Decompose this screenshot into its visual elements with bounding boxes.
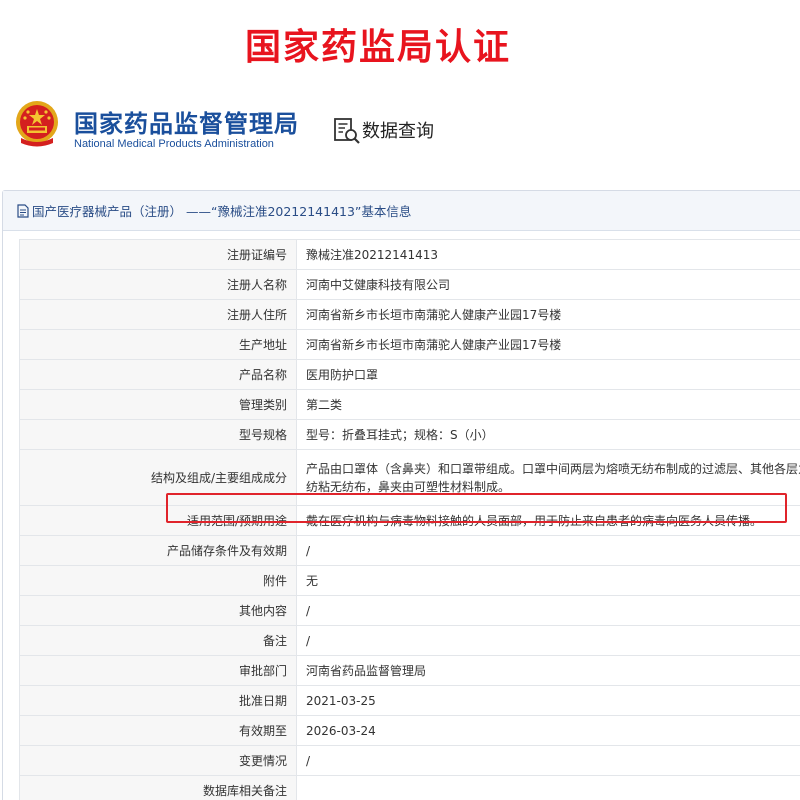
info-table: 注册证编号 豫械注准20212141413 注册人名称 河南中艾健康科技有限公司 注册人… bbox=[19, 239, 800, 800]
table-row: 其他内容 / bbox=[19, 595, 800, 626]
field-label: 数据库相关备注 bbox=[19, 775, 297, 800]
table-row: 有效期至 2026-03-24 bbox=[19, 715, 800, 746]
table-row: 数据库相关备注 bbox=[19, 775, 800, 800]
field-label: 变更情况 bbox=[19, 745, 297, 776]
field-label: 适用范围/预期用途 bbox=[19, 505, 297, 536]
table-row: 管理类别 第二类 bbox=[19, 389, 800, 420]
field-label: 注册人名称 bbox=[19, 269, 297, 300]
data-query-link[interactable]: 数据查询 bbox=[362, 117, 434, 143]
field-value: 医用防护口罩 bbox=[296, 359, 800, 390]
table-row: 适用范围/预期用途 戴在医疗机构与病毒物料接触的人员面部，用于防止来自患者的病毒向… bbox=[19, 505, 800, 536]
field-value: 无 bbox=[296, 565, 800, 596]
table-row: 备注 / bbox=[19, 625, 800, 656]
document-search-icon[interactable] bbox=[332, 116, 362, 146]
field-value: 戴在医疗机构与病毒物料接触的人员面部，用于防止来自患者的病毒向医务人员传播。 bbox=[296, 505, 800, 536]
field-value bbox=[296, 775, 800, 800]
field-label: 管理类别 bbox=[19, 389, 297, 420]
field-value: 产品由口罩体（含鼻夹）和口罩带组成。口罩中间两层为熔喷无纺布制成的过滤层、其他各… bbox=[296, 449, 800, 506]
field-label: 注册人住所 bbox=[19, 299, 297, 330]
document-icon bbox=[17, 203, 29, 218]
table-row: 产品储存条件及有效期 / bbox=[19, 535, 800, 566]
field-label: 注册证编号 bbox=[19, 239, 297, 270]
national-emblem-icon bbox=[16, 101, 58, 147]
field-value: 2021-03-25 bbox=[296, 685, 800, 716]
field-value: 河南省药品监督管理局 bbox=[296, 655, 800, 686]
banner-title: 国家药监局认证 bbox=[244, 27, 511, 68]
field-label: 有效期至 bbox=[19, 715, 297, 746]
field-value: 第二类 bbox=[296, 389, 800, 420]
field-label: 生产地址 bbox=[19, 329, 297, 360]
field-value: / bbox=[296, 595, 800, 626]
field-label: 型号规格 bbox=[19, 419, 297, 450]
field-label: 批准日期 bbox=[19, 685, 297, 716]
field-label: 审批部门 bbox=[19, 655, 297, 686]
table-row: 生产地址 河南省新乡市长垣市南蒲驼人健康产业园17号楼 bbox=[19, 329, 800, 360]
table-row: 附件无 bbox=[19, 565, 800, 596]
table-row: 注册人名称 河南中艾健康科技有限公司 bbox=[19, 269, 800, 300]
field-label: 附件 bbox=[19, 565, 297, 596]
panel-title: 国产医疗器械产品（注册） ——“豫械注准20212141413”基本信息 bbox=[32, 204, 412, 219]
agency-name-english: National Medical Products Administration bbox=[74, 138, 274, 150]
table-row: 审批部门 河南省药品监督管理局 bbox=[19, 655, 800, 686]
table-row: 型号规格 型号：折叠耳挂式；规格：S（小） bbox=[19, 419, 800, 450]
field-value: 型号：折叠耳挂式；规格：S（小） bbox=[296, 419, 800, 450]
field-value: 河南省新乡市长垣市南蒲驼人健康产业园17号楼 bbox=[296, 299, 800, 330]
field-value: / bbox=[296, 745, 800, 776]
table-row: 注册人住所 河南省新乡市长垣市南蒲驼人健康产业园17号楼 bbox=[19, 299, 800, 330]
field-label: 其他内容 bbox=[19, 595, 297, 626]
info-panel: 国产医疗器械产品（注册） ——“豫械注准20212141413”基本信息 注册证… bbox=[2, 190, 800, 800]
field-label: 备注 bbox=[19, 625, 297, 656]
table-row: 批准日期 2021-03-25 bbox=[19, 685, 800, 716]
table-row: 变更情况 / bbox=[19, 745, 800, 776]
panel-header: 国产医疗器械产品（注册） ——“豫械注准20212141413”基本信息 bbox=[3, 191, 800, 231]
site-header: 国家药品监督管理局 National Medical Products Admi… bbox=[0, 90, 800, 180]
agency-name: 国家药品监督管理局 bbox=[74, 110, 299, 138]
table-row: 产品名称 医用防护口罩 bbox=[19, 359, 800, 390]
field-value: 2026-03-24 bbox=[296, 715, 800, 746]
field-label: 产品名称 bbox=[19, 359, 297, 390]
table-row: 注册证编号 豫械注准20212141413 bbox=[19, 239, 800, 270]
field-value: 河南省新乡市长垣市南蒲驼人健康产业园17号楼 bbox=[296, 329, 800, 360]
field-label: 结构及组成/主要组成成分 bbox=[19, 449, 297, 506]
field-value: / bbox=[296, 535, 800, 566]
table-row: 结构及组成/主要组成成分 产品由口罩体（含鼻夹）和口罩带组成。口罩中间两层为熔喷无… bbox=[19, 449, 800, 506]
field-value: 豫械注准20212141413 bbox=[296, 239, 800, 270]
field-value: 河南中艾健康科技有限公司 bbox=[296, 269, 800, 300]
field-label: 产品储存条件及有效期 bbox=[19, 535, 297, 566]
field-value: / bbox=[296, 625, 800, 656]
